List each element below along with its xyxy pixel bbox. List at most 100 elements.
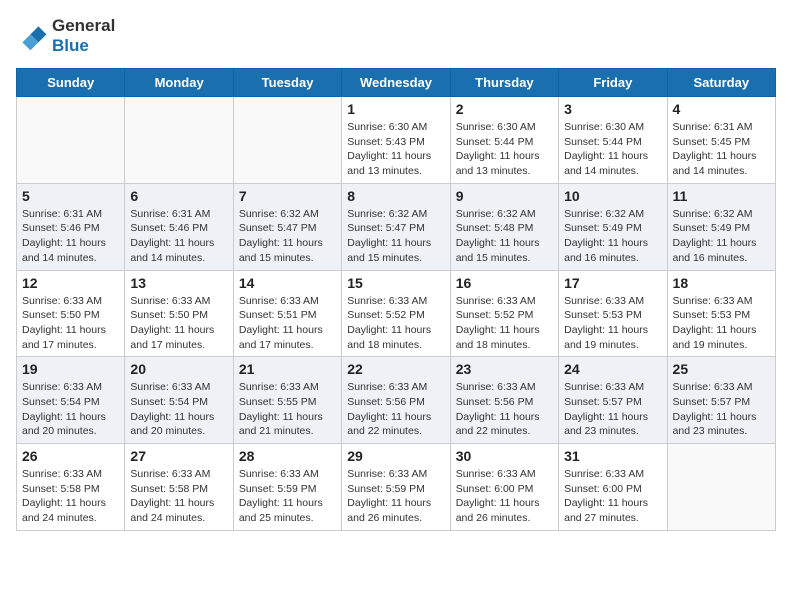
calendar-cell: 18Sunrise: 6:33 AM Sunset: 5:53 PM Dayli…	[667, 270, 775, 357]
day-number: 15	[347, 275, 444, 291]
day-number: 24	[564, 361, 661, 377]
day-info: Sunrise: 6:33 AM Sunset: 5:51 PM Dayligh…	[239, 294, 336, 353]
day-number: 10	[564, 188, 661, 204]
page-header: General Blue	[16, 16, 776, 56]
weekday-header-friday: Friday	[559, 69, 667, 97]
calendar-cell: 19 Sunrise: 6:33 AM Sunset: 5:54 PM Dayli…	[17, 357, 125, 444]
calendar-cell	[125, 97, 233, 184]
calendar-cell: 30 Sunrise: 6:33 AM Sunset: 6:00 PM Dayli…	[450, 444, 558, 531]
day-info: Sunrise: 6:33 AM Sunset: 5:50 PM Dayligh…	[22, 294, 119, 353]
day-number: 12	[22, 275, 119, 291]
day-number: 30	[456, 448, 553, 464]
day-info: Sunrise: 6:30 AM Sunset: 5:44 PM Dayligh…	[456, 120, 553, 179]
day-info: Sunrise: 6:33 AM Sunset: 5:53 PM Dayligh…	[564, 294, 661, 353]
day-info: Sunrise: 6:30 AM Sunset: 5:43 PM Dayligh…	[347, 120, 444, 179]
logo-general-text: General	[52, 16, 115, 35]
calendar-cell: 24 Sunrise: 6:33 AM Sunset: 5:57 PM Dayli…	[559, 357, 667, 444]
calendar-cell: 25Sunrise: 6:33 AM Sunset: 5:57 PM Dayli…	[667, 357, 775, 444]
weekday-header-sunday: Sunday	[17, 69, 125, 97]
day-number: 16	[456, 275, 553, 291]
calendar-cell: 16 Sunrise: 6:33 AM Sunset: 5:52 PM Dayli…	[450, 270, 558, 357]
day-number: 8	[347, 188, 444, 204]
day-info: Sunrise: 6:33 AM Sunset: 5:58 PM Dayligh…	[22, 467, 119, 526]
day-info: Sunrise: 6:33 AM Sunset: 6:00 PM Dayligh…	[456, 467, 553, 526]
day-info: Sunrise: 6:32 AM Sunset: 5:48 PM Dayligh…	[456, 207, 553, 266]
calendar-cell: 26Sunrise: 6:33 AM Sunset: 5:58 PM Dayli…	[17, 444, 125, 531]
day-info: Sunrise: 6:33 AM Sunset: 6:00 PM Dayligh…	[564, 467, 661, 526]
calendar-cell: 29 Sunrise: 6:33 AM Sunset: 5:59 PM Dayli…	[342, 444, 450, 531]
calendar-cell: 15 Sunrise: 6:33 AM Sunset: 5:52 PM Dayli…	[342, 270, 450, 357]
day-info: Sunrise: 6:30 AM Sunset: 5:44 PM Dayligh…	[564, 120, 661, 179]
day-number: 3	[564, 101, 661, 117]
day-number: 4	[673, 101, 770, 117]
day-info: Sunrise: 6:33 AM Sunset: 5:50 PM Dayligh…	[130, 294, 227, 353]
day-number: 1	[347, 101, 444, 117]
calendar-cell: 6 Sunrise: 6:31 AM Sunset: 5:46 PM Daylig…	[125, 183, 233, 270]
day-info: Sunrise: 6:33 AM Sunset: 5:54 PM Dayligh…	[22, 380, 119, 439]
calendar-cell: 22 Sunrise: 6:33 AM Sunset: 5:56 PM Dayli…	[342, 357, 450, 444]
day-info: Sunrise: 6:32 AM Sunset: 5:47 PM Dayligh…	[347, 207, 444, 266]
day-number: 19	[22, 361, 119, 377]
calendar-cell: 7 Sunrise: 6:32 AM Sunset: 5:47 PM Daylig…	[233, 183, 341, 270]
day-info: Sunrise: 6:32 AM Sunset: 5:47 PM Dayligh…	[239, 207, 336, 266]
calendar-cell: 5 Sunrise: 6:31 AM Sunset: 5:46 PM Daylig…	[17, 183, 125, 270]
week-row-4: 19 Sunrise: 6:33 AM Sunset: 5:54 PM Dayli…	[17, 357, 776, 444]
calendar-cell: 2 Sunrise: 6:30 AM Sunset: 5:44 PM Daylig…	[450, 97, 558, 184]
calendar-cell: 11 Sunrise: 6:32 AM Sunset: 5:49 PM Dayli…	[667, 183, 775, 270]
day-number: 20	[130, 361, 227, 377]
calendar-cell: 20 Sunrise: 6:33 AM Sunset: 5:54 PM Dayli…	[125, 357, 233, 444]
day-info: Sunrise: 6:33 AM Sunset: 5:52 PM Dayligh…	[347, 294, 444, 353]
calendar-cell	[233, 97, 341, 184]
day-info: Sunrise: 6:31 AM Sunset: 5:46 PM Dayligh…	[130, 207, 227, 266]
day-number: 9	[456, 188, 553, 204]
day-info: Sunrise: 6:32 AM Sunset: 5:49 PM Dayligh…	[564, 207, 661, 266]
day-number: 27	[130, 448, 227, 464]
day-number: 5	[22, 188, 119, 204]
day-number: 14	[239, 275, 336, 291]
calendar-cell: 28 Sunrise: 6:33 AM Sunset: 5:59 PM Dayli…	[233, 444, 341, 531]
day-info: Sunrise: 6:33 AM Sunset: 5:58 PM Dayligh…	[130, 467, 227, 526]
day-number: 29	[347, 448, 444, 464]
calendar-cell	[667, 444, 775, 531]
week-row-1: 1 Sunrise: 6:30 AM Sunset: 5:43 PM Daylig…	[17, 97, 776, 184]
day-number: 6	[130, 188, 227, 204]
logo-icon	[16, 20, 48, 52]
day-info: Sunrise: 6:33 AM Sunset: 5:55 PM Dayligh…	[239, 380, 336, 439]
day-info: Sunrise: 6:33 AM Sunset: 5:59 PM Dayligh…	[239, 467, 336, 526]
day-number: 25	[673, 361, 770, 377]
week-row-5: 26Sunrise: 6:33 AM Sunset: 5:58 PM Dayli…	[17, 444, 776, 531]
day-number: 28	[239, 448, 336, 464]
weekday-header-thursday: Thursday	[450, 69, 558, 97]
day-info: Sunrise: 6:31 AM Sunset: 5:45 PM Dayligh…	[673, 120, 770, 179]
calendar-cell: 9 Sunrise: 6:32 AM Sunset: 5:48 PM Daylig…	[450, 183, 558, 270]
calendar-cell: 3 Sunrise: 6:30 AM Sunset: 5:44 PM Daylig…	[559, 97, 667, 184]
day-number: 11	[673, 188, 770, 204]
calendar-cell	[17, 97, 125, 184]
day-number: 23	[456, 361, 553, 377]
calendar-cell: 23Sunrise: 6:33 AM Sunset: 5:56 PM Dayli…	[450, 357, 558, 444]
day-info: Sunrise: 6:33 AM Sunset: 5:57 PM Dayligh…	[564, 380, 661, 439]
calendar-table: SundayMondayTuesdayWednesdayThursdayFrid…	[16, 68, 776, 531]
week-row-3: 12 Sunrise: 6:33 AM Sunset: 5:50 PM Dayli…	[17, 270, 776, 357]
week-row-2: 5 Sunrise: 6:31 AM Sunset: 5:46 PM Daylig…	[17, 183, 776, 270]
weekday-header-row: SundayMondayTuesdayWednesdayThursdayFrid…	[17, 69, 776, 97]
calendar-cell: 27 Sunrise: 6:33 AM Sunset: 5:58 PM Dayli…	[125, 444, 233, 531]
day-info: Sunrise: 6:33 AM Sunset: 5:59 PM Dayligh…	[347, 467, 444, 526]
day-number: 21	[239, 361, 336, 377]
calendar-cell: 1 Sunrise: 6:30 AM Sunset: 5:43 PM Daylig…	[342, 97, 450, 184]
day-info: Sunrise: 6:32 AM Sunset: 5:49 PM Dayligh…	[673, 207, 770, 266]
calendar-cell: 21 Sunrise: 6:33 AM Sunset: 5:55 PM Dayli…	[233, 357, 341, 444]
day-number: 2	[456, 101, 553, 117]
weekday-header-tuesday: Tuesday	[233, 69, 341, 97]
calendar-cell: 31Sunrise: 6:33 AM Sunset: 6:00 PM Dayli…	[559, 444, 667, 531]
day-info: Sunrise: 6:31 AM Sunset: 5:46 PM Dayligh…	[22, 207, 119, 266]
calendar-cell: 10 Sunrise: 6:32 AM Sunset: 5:49 PM Dayli…	[559, 183, 667, 270]
day-number: 7	[239, 188, 336, 204]
day-number: 22	[347, 361, 444, 377]
weekday-header-wednesday: Wednesday	[342, 69, 450, 97]
day-info: Sunrise: 6:33 AM Sunset: 5:56 PM Dayligh…	[347, 380, 444, 439]
day-info: Sunrise: 6:33 AM Sunset: 5:54 PM Dayligh…	[130, 380, 227, 439]
calendar-cell: 17Sunrise: 6:33 AM Sunset: 5:53 PM Dayli…	[559, 270, 667, 357]
day-info: Sunrise: 6:33 AM Sunset: 5:52 PM Dayligh…	[456, 294, 553, 353]
calendar-cell: 14 Sunrise: 6:33 AM Sunset: 5:51 PM Dayli…	[233, 270, 341, 357]
